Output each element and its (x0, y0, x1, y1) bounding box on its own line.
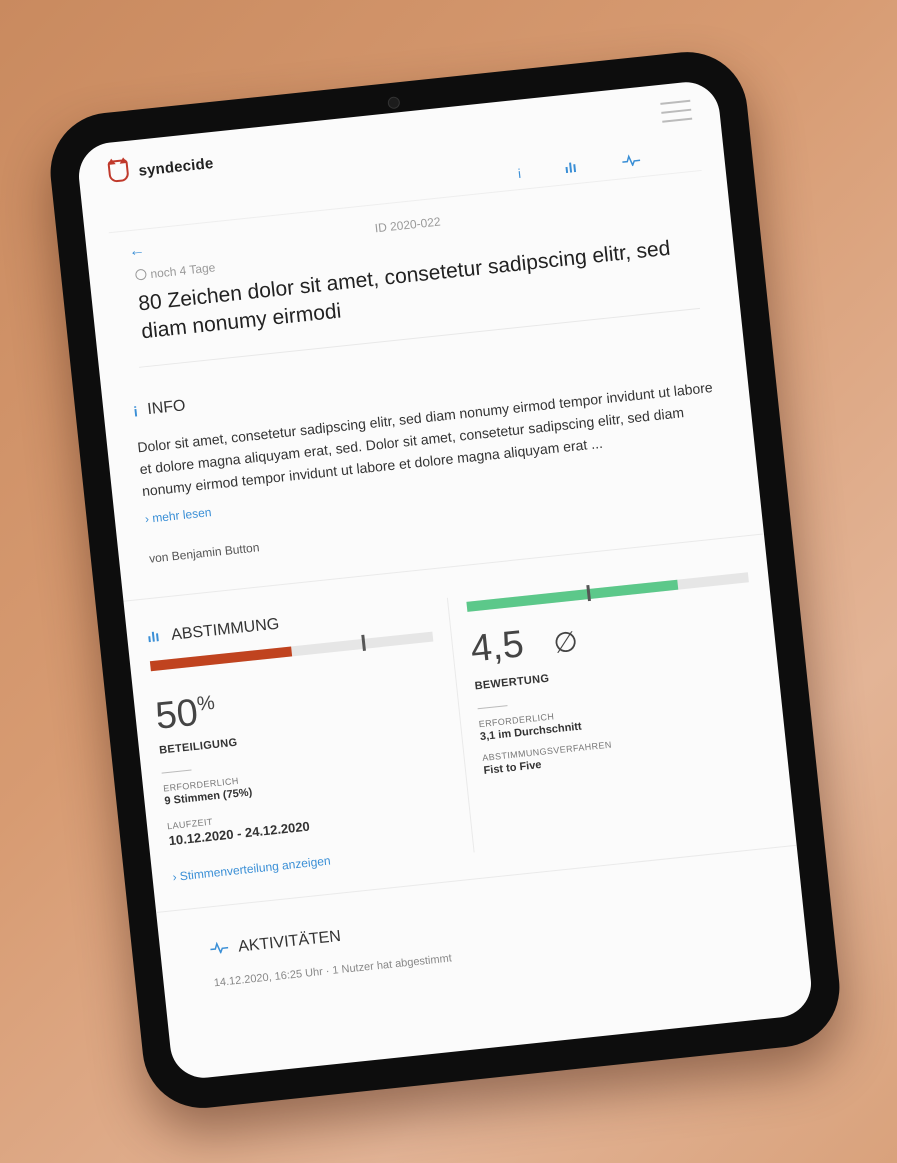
info-title: INFO (146, 397, 187, 419)
app-screen: syndecide i ← ID 2020-022 noch 4 Tage 80… (75, 78, 815, 1082)
pulse-icon[interactable] (622, 153, 641, 170)
pulse-icon (210, 940, 230, 960)
participation-unit: % (195, 691, 216, 716)
participation-bar-fill (149, 646, 292, 672)
vote-title: ABSTIMMUNG (170, 615, 281, 644)
participation-required-marker (360, 634, 366, 652)
average-symbol: ∅ (551, 625, 580, 659)
activities-title: AKTIVITÄTEN (237, 927, 342, 956)
rating-bar-fill (465, 579, 679, 612)
info-icon-small: i (132, 403, 139, 420)
participation-column: ABSTIMMUNG 50% BETEILIGUNG ERFORDERLICH … (147, 598, 474, 884)
bar-chart-icon (147, 628, 163, 647)
deadline-text: noch 4 Tage (149, 260, 216, 282)
participation-number: 50 (153, 691, 200, 738)
clock-icon (134, 268, 147, 281)
cat-logo-icon (105, 156, 134, 190)
brand-name: syndecide (137, 154, 215, 180)
info-icon[interactable]: i (517, 166, 521, 181)
rating-column: 4,5 ∅ BEWERTUNG ERFORDERLICH 3,1 im Durch… (446, 566, 774, 853)
menu-icon[interactable] (660, 99, 693, 130)
camera (387, 96, 401, 110)
divider (477, 705, 508, 710)
divider (161, 769, 192, 774)
show-vote-distribution-link[interactable]: › Stimmenverteilung anzeigen (172, 841, 455, 885)
logo[interactable]: syndecide (105, 148, 215, 189)
rating-number: 4,5 (468, 623, 526, 671)
bar-chart-icon[interactable] (564, 160, 579, 176)
tablet-frame: syndecide i ← ID 2020-022 noch 4 Tage 80… (44, 46, 846, 1114)
